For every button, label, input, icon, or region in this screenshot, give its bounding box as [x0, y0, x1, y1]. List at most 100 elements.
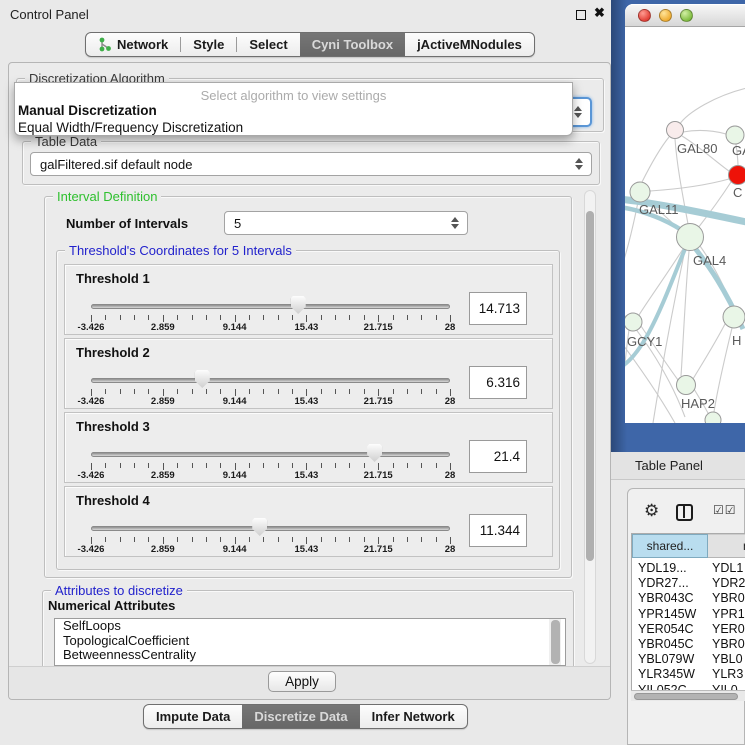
zoom-traffic-icon[interactable]	[680, 9, 693, 22]
gear-icon[interactable]: ⚙	[644, 501, 659, 521]
float-window-icon[interactable]	[576, 10, 586, 20]
threshold-value-field[interactable]: 6.316	[469, 366, 527, 399]
bottom-node[interactable]	[705, 412, 721, 423]
column-header-shared-name[interactable]: shared...	[632, 534, 708, 558]
slider-tick	[393, 463, 394, 468]
tab-infer-network[interactable]: Infer Network	[360, 705, 467, 728]
table-row[interactable]: YDR27...YDR2	[632, 576, 745, 591]
edge[interactable]	[679, 87, 745, 125]
number-of-intervals-label: Number of Intervals	[66, 216, 188, 231]
table-row[interactable]: YPR145WYPR1	[632, 607, 745, 622]
GCY1-node[interactable]	[625, 313, 642, 331]
slider-tick-label: 2.859	[151, 322, 175, 333]
slider-tick	[378, 389, 379, 396]
slider-tick	[263, 315, 264, 320]
table-row[interactable]: YER054CYER0	[632, 622, 745, 637]
slider-tick	[177, 537, 178, 542]
cell-shared-name: YBR043C	[638, 591, 694, 605]
threshold-label: Threshold 1	[76, 271, 150, 286]
option-manual-discretization[interactable]: Manual Discretization	[18, 103, 157, 118]
slider-track[interactable]	[91, 526, 450, 531]
slider-tick	[163, 389, 164, 396]
attributes-list-scrollbar[interactable]	[549, 619, 561, 665]
tab-style[interactable]: Style	[181, 33, 236, 56]
slider-tick	[306, 389, 307, 396]
tab-jactivemnodules[interactable]: jActiveMNodules	[405, 33, 534, 56]
attribute-item[interactable]: SelfLoops	[55, 619, 565, 634]
tab-cyni-toolbox[interactable]: Cyni Toolbox	[300, 33, 405, 56]
option-equal-width-frequency[interactable]: Equal Width/Frequency Discretization	[18, 120, 243, 135]
right-node[interactable]	[723, 306, 745, 328]
edge[interactable]	[642, 137, 669, 182]
tab-discretize-data[interactable]: Discretize Data	[242, 705, 359, 728]
slider-tick-label: 9.144	[223, 396, 247, 407]
column-header-name[interactable]: name	[708, 534, 745, 558]
top-right-node[interactable]	[726, 126, 744, 144]
slider-tick	[249, 389, 250, 394]
edge[interactable]	[683, 131, 726, 134]
slider-track[interactable]	[91, 378, 450, 383]
number-of-intervals-spinner[interactable]: 5	[224, 211, 468, 235]
algorithm-hint: Select algorithm to view settings	[15, 88, 572, 103]
table-row[interactable]: YBL079WYBL0	[632, 652, 745, 667]
slider-handle[interactable]	[367, 444, 382, 462]
slider-tick	[292, 389, 293, 394]
GAL11-node[interactable]	[630, 182, 650, 202]
close-traffic-icon[interactable]	[638, 9, 651, 22]
table-data-combobox[interactable]: galFiltered.sif default node	[30, 152, 592, 176]
network-canvas[interactable]: GAL80GACGAL11GAL4GCY1HHAP2	[625, 27, 745, 423]
column-layout-icon[interactable]	[676, 504, 693, 521]
slider-tick	[235, 463, 236, 470]
table-row[interactable]: YDL19...YDL1	[632, 561, 745, 576]
table-row[interactable]: YBR045CYBR0	[632, 637, 745, 652]
edge[interactable]	[681, 251, 689, 376]
slider-tick-label: 28	[445, 470, 456, 481]
apply-button[interactable]: Apply	[268, 671, 336, 692]
minimize-traffic-icon[interactable]	[659, 9, 672, 22]
numerical-attributes-list[interactable]: SelfLoopsTopologicalCoefficientBetweenne…	[54, 618, 566, 666]
tab-network[interactable]: Network	[86, 33, 180, 56]
scrollbar-thumb[interactable]	[586, 211, 594, 561]
slider-tick-label: 21.715	[364, 544, 393, 555]
table-row[interactable]: YLR345WYLR3	[632, 667, 745, 682]
threshold-value-field[interactable]: 14.713	[469, 292, 527, 325]
slider-tick	[249, 537, 250, 542]
attribute-item[interactable]: TopologicalCoefficient	[55, 634, 565, 649]
close-icon[interactable]: ✖	[594, 5, 605, 21]
threshold-value-field[interactable]: 21.4	[469, 440, 527, 473]
edge[interactable]	[714, 328, 732, 412]
tab-select[interactable]: Select	[237, 33, 299, 56]
cell-name: YBR0	[712, 591, 745, 605]
settings-vertical-scrollbar[interactable]	[584, 190, 596, 664]
scrollbar-thumb[interactable]	[551, 620, 560, 664]
attribute-item[interactable]: BetweennessCentrality	[55, 648, 565, 663]
edge[interactable]	[650, 179, 729, 191]
table-row[interactable]: YBR043C YBR0	[632, 591, 745, 606]
table-horizontal-scrollbar[interactable]	[631, 690, 745, 701]
slider-handle[interactable]	[195, 370, 210, 388]
slider-track[interactable]	[91, 304, 450, 309]
tab-impute-data[interactable]: Impute Data	[144, 705, 242, 728]
GAL80-node[interactable]	[667, 122, 684, 139]
slider-handle[interactable]	[252, 518, 267, 536]
threshold-panel-1: Threshold 1-3.4262.8599.14415.4321.71528…	[64, 264, 553, 335]
slider-tick	[192, 315, 193, 320]
edge[interactable]	[693, 324, 725, 379]
node-attribute-table[interactable]: shared... name YDL19...YDL1YDR27...YDR2Y…	[631, 533, 745, 701]
bottom-tab-strip: Impute Data Discretize Data Infer Networ…	[143, 704, 468, 729]
GAL4-node[interactable]	[677, 224, 704, 251]
edge-highlighted[interactable]	[625, 249, 685, 369]
checkbox-icons[interactable]: ☑☑	[713, 503, 737, 517]
slider-tick	[105, 315, 106, 320]
slider-tick-label: 2.859	[151, 470, 175, 481]
HAP2-node[interactable]	[677, 376, 696, 395]
slider-tick	[378, 463, 379, 470]
slider-tick	[450, 537, 451, 544]
slider-track[interactable]	[91, 452, 450, 457]
slider-handle[interactable]	[291, 296, 306, 314]
slider-tick-label: 15.43	[295, 322, 319, 333]
threshold-value-field[interactable]: 11.344	[469, 514, 527, 547]
red-node[interactable]	[729, 166, 745, 185]
slider-tick	[335, 315, 336, 320]
scrollbar-thumb[interactable]	[634, 693, 738, 701]
